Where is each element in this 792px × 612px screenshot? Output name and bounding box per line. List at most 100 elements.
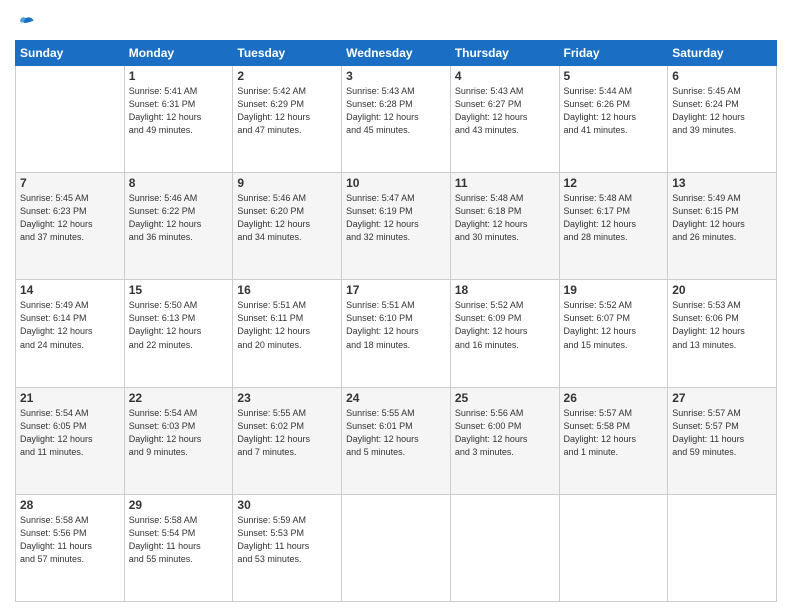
day-number: 7 bbox=[20, 176, 120, 190]
day-info: Sunrise: 5:51 AM Sunset: 6:10 PM Dayligh… bbox=[346, 299, 446, 351]
header bbox=[15, 10, 777, 34]
calendar-cell: 23Sunrise: 5:55 AM Sunset: 6:02 PM Dayli… bbox=[233, 387, 342, 494]
day-info: Sunrise: 5:51 AM Sunset: 6:11 PM Dayligh… bbox=[237, 299, 337, 351]
calendar-cell: 7 Sunrise: 5:45 AM Sunset: 6:23 PM Daylig… bbox=[16, 173, 125, 280]
day-info: Sunrise: 5:44 AM Sunset: 6:26 PM Dayligh… bbox=[564, 85, 664, 137]
day-number: 17 bbox=[346, 283, 446, 297]
day-number: 26 bbox=[564, 391, 664, 405]
day-info: Sunrise: 5:48 AM Sunset: 6:17 PM Dayligh… bbox=[564, 192, 664, 244]
calendar-cell bbox=[450, 494, 559, 601]
day-number: 20 bbox=[672, 283, 772, 297]
day-info: Sunrise: 5:49 AM Sunset: 6:15 PM Dayligh… bbox=[672, 192, 772, 244]
calendar-cell: 16 Sunrise: 5:51 AM Sunset: 6:11 PM Dayli… bbox=[233, 280, 342, 387]
calendar-cell: 8 Sunrise: 5:46 AM Sunset: 6:22 PM Daylig… bbox=[124, 173, 233, 280]
calendar-week-1: 1 Sunrise: 5:41 AM Sunset: 6:31 PM Daylig… bbox=[16, 66, 777, 173]
day-number: 1 bbox=[129, 69, 229, 83]
calendar-cell: 17 Sunrise: 5:51 AM Sunset: 6:10 PM Dayli… bbox=[342, 280, 451, 387]
day-number: 15 bbox=[129, 283, 229, 297]
day-info: Sunrise: 5:43 AM Sunset: 6:28 PM Dayligh… bbox=[346, 85, 446, 137]
day-number: 19 bbox=[564, 283, 664, 297]
calendar-cell bbox=[16, 66, 125, 173]
calendar-header-tuesday: Tuesday bbox=[233, 41, 342, 66]
day-info: Sunrise: 5:42 AM Sunset: 6:29 PM Dayligh… bbox=[237, 85, 337, 137]
calendar-cell: 27 Sunrise: 5:57 AM Sunset: 5:57 PM Dayli… bbox=[668, 387, 777, 494]
calendar-week-4: 21 Sunrise: 5:54 AM Sunset: 6:05 PM Dayli… bbox=[16, 387, 777, 494]
day-number: 8 bbox=[129, 176, 229, 190]
calendar-cell: 25 Sunrise: 5:56 AM Sunset: 6:00 PM Dayli… bbox=[450, 387, 559, 494]
day-number: 12 bbox=[564, 176, 664, 190]
calendar-cell: 6 Sunrise: 5:45 AM Sunset: 6:24 PM Daylig… bbox=[668, 66, 777, 173]
calendar-header-row: SundayMondayTuesdayWednesdayThursdayFrid… bbox=[16, 41, 777, 66]
calendar-cell: 4 Sunrise: 5:43 AM Sunset: 6:27 PM Daylig… bbox=[450, 66, 559, 173]
calendar-cell bbox=[559, 494, 668, 601]
day-number: 2 bbox=[237, 69, 337, 83]
day-number: 16 bbox=[237, 283, 337, 297]
day-number: 3 bbox=[346, 69, 446, 83]
day-info: Sunrise: 5:58 AM Sunset: 5:56 PM Dayligh… bbox=[20, 514, 120, 566]
calendar-header-friday: Friday bbox=[559, 41, 668, 66]
day-number: 11 bbox=[455, 176, 555, 190]
calendar-cell: 26 Sunrise: 5:57 AM Sunset: 5:58 PM Dayli… bbox=[559, 387, 668, 494]
day-info: Sunrise: 5:53 AM Sunset: 6:06 PM Dayligh… bbox=[672, 299, 772, 351]
calendar-cell: 12 Sunrise: 5:48 AM Sunset: 6:17 PM Dayli… bbox=[559, 173, 668, 280]
day-info: Sunrise: 5:49 AM Sunset: 6:14 PM Dayligh… bbox=[20, 299, 120, 351]
calendar-header-monday: Monday bbox=[124, 41, 233, 66]
day-info: Sunrise: 5:54 AM Sunset: 6:03 PM Dayligh… bbox=[129, 407, 229, 459]
day-info: Sunrise: 5:52 AM Sunset: 6:07 PM Dayligh… bbox=[564, 299, 664, 351]
day-number: 18 bbox=[455, 283, 555, 297]
calendar-cell: 19 Sunrise: 5:52 AM Sunset: 6:07 PM Dayli… bbox=[559, 280, 668, 387]
calendar-cell: 13 Sunrise: 5:49 AM Sunset: 6:15 PM Dayli… bbox=[668, 173, 777, 280]
calendar-header-thursday: Thursday bbox=[450, 41, 559, 66]
calendar-header-sunday: Sunday bbox=[16, 41, 125, 66]
calendar-cell: 28Sunrise: 5:58 AM Sunset: 5:56 PM Dayli… bbox=[16, 494, 125, 601]
logo-bird-icon bbox=[17, 14, 37, 34]
calendar-cell: 2 Sunrise: 5:42 AM Sunset: 6:29 PM Daylig… bbox=[233, 66, 342, 173]
day-number: 21 bbox=[20, 391, 120, 405]
calendar-week-5: 28Sunrise: 5:58 AM Sunset: 5:56 PM Dayli… bbox=[16, 494, 777, 601]
calendar-cell: 3 Sunrise: 5:43 AM Sunset: 6:28 PM Daylig… bbox=[342, 66, 451, 173]
calendar-cell: 15 Sunrise: 5:50 AM Sunset: 6:13 PM Dayli… bbox=[124, 280, 233, 387]
day-number: 25 bbox=[455, 391, 555, 405]
calendar-week-2: 7 Sunrise: 5:45 AM Sunset: 6:23 PM Daylig… bbox=[16, 173, 777, 280]
day-number: 22 bbox=[129, 391, 229, 405]
calendar: SundayMondayTuesdayWednesdayThursdayFrid… bbox=[15, 40, 777, 602]
calendar-header-saturday: Saturday bbox=[668, 41, 777, 66]
calendar-cell: 11 Sunrise: 5:48 AM Sunset: 6:18 PM Dayli… bbox=[450, 173, 559, 280]
day-info: Sunrise: 5:43 AM Sunset: 6:27 PM Dayligh… bbox=[455, 85, 555, 137]
day-number: 10 bbox=[346, 176, 446, 190]
calendar-cell: 18Sunrise: 5:52 AM Sunset: 6:09 PM Dayli… bbox=[450, 280, 559, 387]
day-info: Sunrise: 5:48 AM Sunset: 6:18 PM Dayligh… bbox=[455, 192, 555, 244]
day-info: Sunrise: 5:57 AM Sunset: 5:58 PM Dayligh… bbox=[564, 407, 664, 459]
day-number: 6 bbox=[672, 69, 772, 83]
calendar-cell: 22 Sunrise: 5:54 AM Sunset: 6:03 PM Dayli… bbox=[124, 387, 233, 494]
page: SundayMondayTuesdayWednesdayThursdayFrid… bbox=[0, 0, 792, 612]
calendar-cell: 29 Sunrise: 5:58 AM Sunset: 5:54 PM Dayli… bbox=[124, 494, 233, 601]
day-info: Sunrise: 5:55 AM Sunset: 6:01 PM Dayligh… bbox=[346, 407, 446, 459]
day-info: Sunrise: 5:57 AM Sunset: 5:57 PM Dayligh… bbox=[672, 407, 772, 459]
day-number: 27 bbox=[672, 391, 772, 405]
calendar-cell: 10 Sunrise: 5:47 AM Sunset: 6:19 PM Dayli… bbox=[342, 173, 451, 280]
calendar-body: 1 Sunrise: 5:41 AM Sunset: 6:31 PM Daylig… bbox=[16, 66, 777, 602]
day-number: 4 bbox=[455, 69, 555, 83]
calendar-header-wednesday: Wednesday bbox=[342, 41, 451, 66]
day-number: 9 bbox=[237, 176, 337, 190]
calendar-cell: 21 Sunrise: 5:54 AM Sunset: 6:05 PM Dayli… bbox=[16, 387, 125, 494]
calendar-week-3: 14 Sunrise: 5:49 AM Sunset: 6:14 PM Dayli… bbox=[16, 280, 777, 387]
day-number: 13 bbox=[672, 176, 772, 190]
day-info: Sunrise: 5:45 AM Sunset: 6:23 PM Dayligh… bbox=[20, 192, 120, 244]
day-info: Sunrise: 5:56 AM Sunset: 6:00 PM Dayligh… bbox=[455, 407, 555, 459]
day-info: Sunrise: 5:54 AM Sunset: 6:05 PM Dayligh… bbox=[20, 407, 120, 459]
day-info: Sunrise: 5:45 AM Sunset: 6:24 PM Dayligh… bbox=[672, 85, 772, 137]
day-info: Sunrise: 5:46 AM Sunset: 6:22 PM Dayligh… bbox=[129, 192, 229, 244]
day-number: 14 bbox=[20, 283, 120, 297]
calendar-cell: 14 Sunrise: 5:49 AM Sunset: 6:14 PM Dayli… bbox=[16, 280, 125, 387]
day-info: Sunrise: 5:50 AM Sunset: 6:13 PM Dayligh… bbox=[129, 299, 229, 351]
day-number: 29 bbox=[129, 498, 229, 512]
day-info: Sunrise: 5:59 AM Sunset: 5:53 PM Dayligh… bbox=[237, 514, 337, 566]
calendar-cell: 1 Sunrise: 5:41 AM Sunset: 6:31 PM Daylig… bbox=[124, 66, 233, 173]
day-info: Sunrise: 5:58 AM Sunset: 5:54 PM Dayligh… bbox=[129, 514, 229, 566]
day-info: Sunrise: 5:47 AM Sunset: 6:19 PM Dayligh… bbox=[346, 192, 446, 244]
day-info: Sunrise: 5:41 AM Sunset: 6:31 PM Dayligh… bbox=[129, 85, 229, 137]
day-number: 30 bbox=[237, 498, 337, 512]
calendar-cell bbox=[342, 494, 451, 601]
